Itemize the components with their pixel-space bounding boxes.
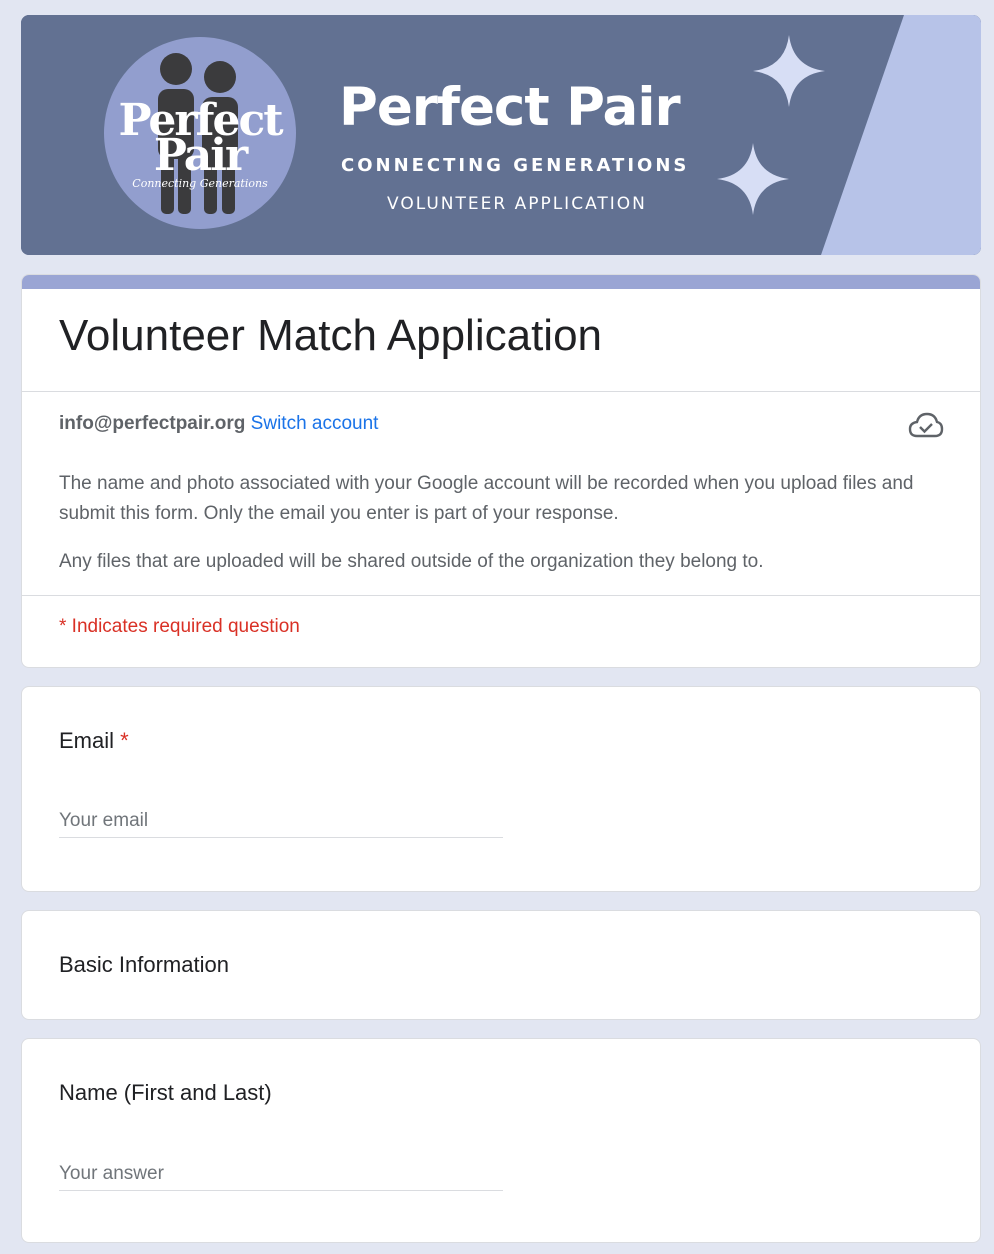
- accent-bar: [22, 275, 980, 289]
- header-banner: Perfect Pair Connecting Generations Perf…: [21, 15, 981, 255]
- form-page: Perfect Pair Connecting Generations Perf…: [0, 0, 994, 1254]
- switch-account-link[interactable]: Switch account: [251, 413, 379, 434]
- name-field[interactable]: [59, 1157, 503, 1191]
- banner-subtitle: CONNECTING GENERATIONS: [341, 155, 690, 176]
- question-email: Email *: [21, 686, 981, 892]
- form-title: Volunteer Match Application: [59, 311, 603, 360]
- logo-text-pair: Pair: [153, 130, 248, 181]
- divider: [22, 595, 980, 596]
- required-note: * Indicates required question: [59, 616, 300, 637]
- account-line: info@perfectpair.org Switch account: [59, 413, 378, 435]
- logo: Perfect Pair Connecting Generations: [104, 37, 296, 229]
- section-title: Basic Information: [59, 952, 229, 977]
- upload-notice: Any files that are uploaded will be shar…: [59, 551, 764, 572]
- form-header-card: Volunteer Match Application info@perfect…: [21, 274, 981, 668]
- divider: [22, 391, 980, 392]
- required-star: *: [120, 728, 129, 753]
- banner-title: Perfect Pair: [339, 77, 681, 138]
- section-basic-information: Basic Information: [21, 910, 981, 1020]
- email-label: Email: [59, 728, 115, 753]
- email-field[interactable]: [59, 804, 503, 838]
- cloud-saved-icon: [908, 411, 944, 446]
- banner-subtitle-application: VOLUNTEER APPLICATION: [387, 194, 647, 214]
- logo-tagline: Connecting Generations: [132, 177, 268, 190]
- question-name: Name (First and Last): [21, 1038, 981, 1243]
- question-label: Email *: [59, 728, 129, 754]
- name-label: Name (First and Last): [59, 1080, 272, 1105]
- account-email: info@perfectpair.org: [59, 413, 246, 434]
- account-notice: The name and photo associated with your …: [59, 473, 914, 524]
